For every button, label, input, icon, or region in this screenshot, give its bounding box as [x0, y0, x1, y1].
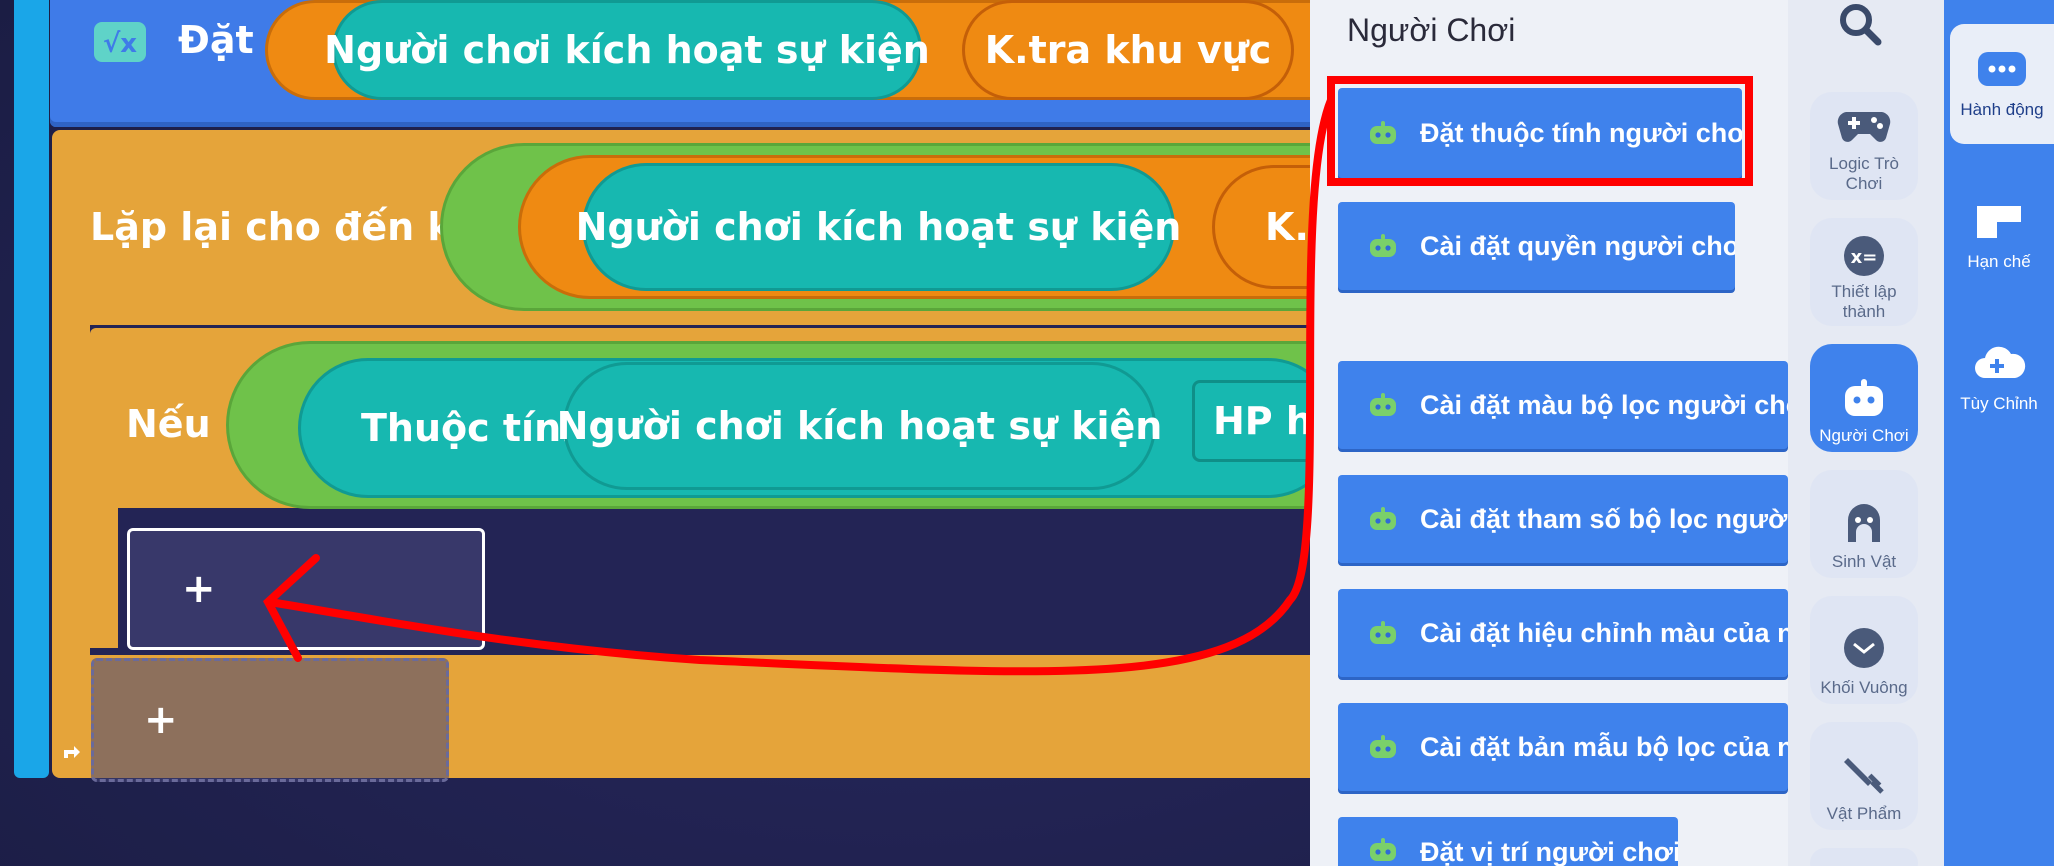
cloud-plus-icon — [1975, 346, 2026, 378]
if-arg1[interactable]: Người chơi kích hoạt sự kiện — [557, 362, 1162, 490]
palette-block-set-player-attribute[interactable]: Đặt thuộc tính người chơi — [1338, 88, 1742, 178]
creature-icon — [1848, 504, 1880, 542]
cube-icon — [1844, 628, 1884, 668]
action-tab-actions[interactable]: Hành động — [1950, 24, 2054, 144]
set-block-arg1[interactable]: Người chơi kích hoạt sự kiện — [324, 0, 930, 100]
action-tab-custom[interactable]: Tùy Chỉnh — [1944, 318, 2054, 438]
category-more[interactable] — [1810, 848, 1918, 866]
robot-icon — [1370, 735, 1396, 758]
repeat-arg1[interactable]: Người chơi kích hoạt sự kiện — [576, 163, 1181, 291]
robot-icon — [1370, 121, 1396, 144]
chat-icon — [1978, 52, 2026, 86]
script-workspace[interactable]: √x Đặt Người chơi kích hoạt sự kiện K.tr… — [0, 0, 1310, 866]
add-action-slot-outer[interactable]: + — [91, 658, 449, 782]
robot-icon — [1370, 234, 1396, 257]
category-label: Khối Vuông — [1820, 678, 1908, 697]
action-tab-label: Tùy Chỉnh — [1960, 394, 2038, 413]
plus-icon: + — [182, 566, 216, 612]
palette-block-set-player-permission[interactable]: Cài đặt quyền người chơi — [1338, 202, 1735, 290]
palette-block-set-filter-template[interactable]: Cài đặt bản mẫu bộ lọc của người — [1338, 703, 1788, 791]
formula-icon: √x — [92, 20, 148, 64]
restrict-icon — [1977, 206, 2021, 238]
action-tab-label: Hạn chế — [1967, 252, 2031, 271]
attribute-label: Thuộc tính — [361, 406, 589, 450]
if-arg2[interactable]: HP hiệ — [1192, 380, 1310, 462]
set-block-label: Đặt — [178, 18, 254, 62]
search-icon[interactable] — [1838, 2, 1882, 46]
palette-block-label: Cài đặt bản mẫu bộ lọc của người — [1420, 731, 1788, 762]
plus-icon: + — [144, 697, 178, 743]
category-variables[interactable]: x= Thiết lập thành — [1810, 218, 1918, 326]
palette-block-label: Đặt thuộc tính người chơi — [1420, 117, 1742, 148]
category-label: Thiết lập thành — [1831, 282, 1897, 320]
palette-block-set-filter-color[interactable]: Cài đặt màu bộ lọc người chơi — [1338, 361, 1788, 449]
palette-block-set-color-adjust[interactable]: Cài đặt hiệu chỉnh màu của người — [1338, 589, 1788, 677]
robot-icon — [1845, 379, 1883, 416]
action-tab-restrictions[interactable]: Hạn chế — [1944, 176, 2054, 296]
set-block-arg2[interactable]: K.tra khu vực — [962, 0, 1294, 100]
robot-icon — [1370, 507, 1396, 530]
palette-title: Người Chơi — [1347, 12, 1516, 48]
category-label: Sinh Vật — [1831, 552, 1897, 571]
add-action-slot[interactable]: + — [127, 528, 485, 650]
sword-icon — [1844, 758, 1884, 794]
variable-icon: x= — [1844, 236, 1884, 276]
svg-text:x=: x= — [1851, 247, 1878, 268]
gamepad-icon — [1837, 112, 1891, 142]
category-label: Người Chơi — [1819, 426, 1909, 445]
robot-icon — [1370, 621, 1396, 644]
category-cube[interactable]: Khối Vuông — [1810, 596, 1918, 704]
if-block-left-bar — [90, 508, 118, 648]
category-player[interactable]: Người Chơi — [1810, 344, 1918, 452]
category-label: Logic Trò Chơi — [1829, 154, 1899, 193]
robot-icon — [1370, 393, 1396, 416]
category-item[interactable]: Vật Phẩm — [1810, 722, 1918, 830]
robot-icon — [1370, 838, 1396, 861]
palette-block-label: Đặt vị trí người chơi — [1420, 837, 1678, 866]
loop-return-icon — [60, 740, 82, 762]
category-creature[interactable]: Sinh Vật — [1810, 470, 1918, 578]
palette-block-set-player-position[interactable]: Đặt vị trí người chơi — [1338, 817, 1678, 866]
repeat-until-label: Lặp lại cho đến khi — [90, 205, 493, 249]
action-tab-label: Hành động — [1960, 100, 2044, 119]
svg-text:√x: √x — [103, 29, 137, 59]
category-label: Vật Phẩm — [1826, 804, 1902, 823]
palette-block-label: Cài đặt tham số bộ lọc người chơi — [1420, 503, 1788, 534]
palette-block-label: Cài đặt hiệu chỉnh màu của người — [1420, 617, 1788, 648]
palette-block-label: Cài đặt màu bộ lọc người chơi — [1420, 389, 1788, 420]
palette-block-label: Cài đặt quyền người chơi — [1420, 230, 1735, 261]
category-game-logic[interactable]: Logic Trò Chơi — [1810, 92, 1918, 200]
palette-block-set-filter-params[interactable]: Cài đặt tham số bộ lọc người chơi — [1338, 475, 1788, 563]
if-label: Nếu — [126, 402, 211, 446]
event-rail — [14, 0, 49, 778]
